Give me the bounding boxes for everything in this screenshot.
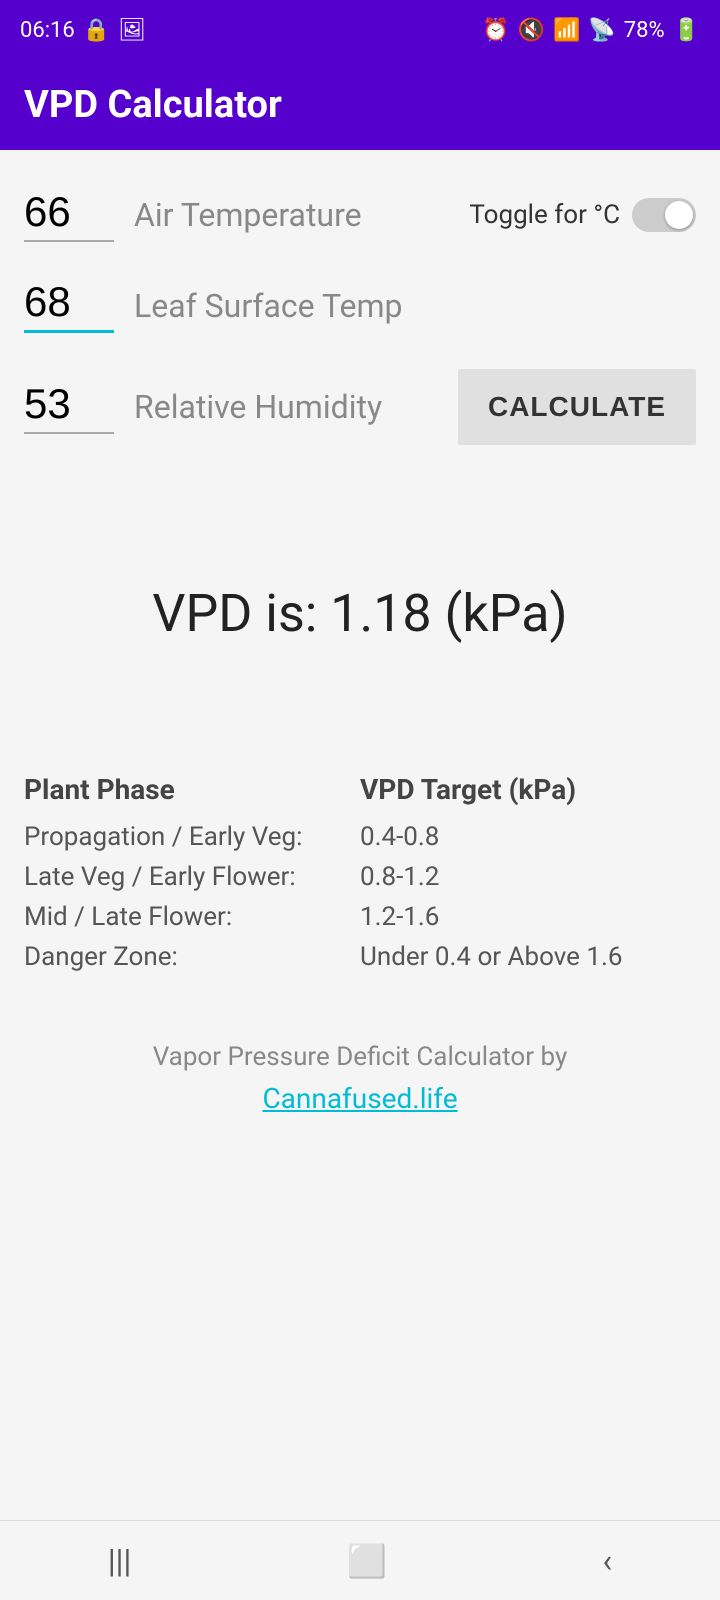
col2-header: VPD Target (kPa) — [360, 773, 696, 806]
app-title: VPD Calculator — [24, 83, 282, 127]
nav-bar: ||| ⬜ ‹ — [0, 1520, 720, 1600]
footer-text: Vapor Pressure Deficit Calculator by — [20, 1042, 700, 1072]
col1-header: Plant Phase — [24, 773, 360, 806]
vpd-result-section: VPD is: 1.18 (kPa) — [0, 483, 720, 743]
home-nav-icon[interactable]: ⬜ — [347, 1542, 387, 1580]
leaf-temp-input-container — [24, 278, 114, 333]
target-cell-1: 0.8-1.2 — [360, 862, 696, 892]
status-left: 06:16 🔒 🖼 — [20, 18, 146, 43]
mute-icon: 🔇 — [518, 18, 545, 43]
reference-header: Plant Phase VPD Target (kPa) — [24, 773, 696, 806]
wifi-icon: 📶 — [553, 18, 580, 43]
main-content: Air Temperature Toggle for °C Leaf Surfa… — [0, 150, 720, 483]
leaf-temp-label: Leaf Surface Temp — [134, 287, 696, 325]
phase-cell-1: Late Veg / Early Flower: — [24, 862, 360, 892]
humidity-row: Relative Humidity CALCULATE — [24, 351, 696, 463]
leaf-temp-row: Leaf Surface Temp — [24, 260, 696, 351]
humidity-input[interactable] — [24, 380, 114, 434]
footer-link[interactable]: Cannafused.life — [262, 1082, 457, 1115]
leaf-temp-input[interactable] — [24, 278, 114, 333]
humidity-label: Relative Humidity — [134, 388, 458, 426]
celsius-toggle-container: Toggle for °C — [469, 198, 696, 232]
air-temp-input-container — [24, 188, 114, 242]
app-header: VPD Calculator — [0, 60, 720, 150]
table-row: Late Veg / Early Flower: 0.8-1.2 — [24, 862, 696, 892]
celsius-toggle[interactable] — [632, 198, 696, 232]
phase-cell-0: Propagation / Early Veg: — [24, 822, 360, 852]
time-display: 06:16 — [20, 18, 75, 43]
air-temp-input[interactable] — [24, 188, 114, 242]
calculate-button[interactable]: CALCULATE — [458, 369, 696, 445]
air-temp-label: Air Temperature — [134, 196, 469, 234]
table-row: Danger Zone: Under 0.4 or Above 1.6 — [24, 942, 696, 972]
table-row: Mid / Late Flower: 1.2-1.6 — [24, 902, 696, 932]
recent-nav-icon[interactable]: ‹ — [603, 1542, 613, 1580]
toggle-knob — [665, 201, 693, 229]
table-row: Propagation / Early Veg: 0.4-0.8 — [24, 822, 696, 852]
signal-icon: 📡 — [588, 18, 615, 43]
image-icon: 🖼 — [118, 18, 146, 43]
target-cell-0: 0.4-0.8 — [360, 822, 696, 852]
status-right: ⏰ 🔇 📶 📡 78% 🔋 — [482, 18, 700, 43]
back-nav-icon[interactable]: ||| — [108, 1542, 131, 1580]
alarm-icon: ⏰ — [482, 18, 509, 43]
battery-icon: 🔋 — [673, 18, 700, 43]
humidity-input-container — [24, 380, 114, 434]
toggle-label: Toggle for °C — [469, 200, 620, 230]
footer: Vapor Pressure Deficit Calculator by Can… — [0, 1002, 720, 1135]
target-cell-3: Under 0.4 or Above 1.6 — [360, 942, 696, 972]
battery-display: 78% — [624, 18, 665, 43]
lock-icon: 🔒 — [83, 18, 110, 43]
air-temp-row: Air Temperature Toggle for °C — [24, 170, 696, 260]
status-bar: 06:16 🔒 🖼 ⏰ 🔇 📶 📡 78% 🔋 — [0, 0, 720, 60]
target-cell-2: 1.2-1.6 — [360, 902, 696, 932]
phase-cell-3: Danger Zone: — [24, 942, 360, 972]
phase-cell-2: Mid / Late Flower: — [24, 902, 360, 932]
reference-table: Plant Phase VPD Target (kPa) Propagation… — [0, 743, 720, 1002]
vpd-result-text: VPD is: 1.18 (kPa) — [152, 583, 567, 644]
